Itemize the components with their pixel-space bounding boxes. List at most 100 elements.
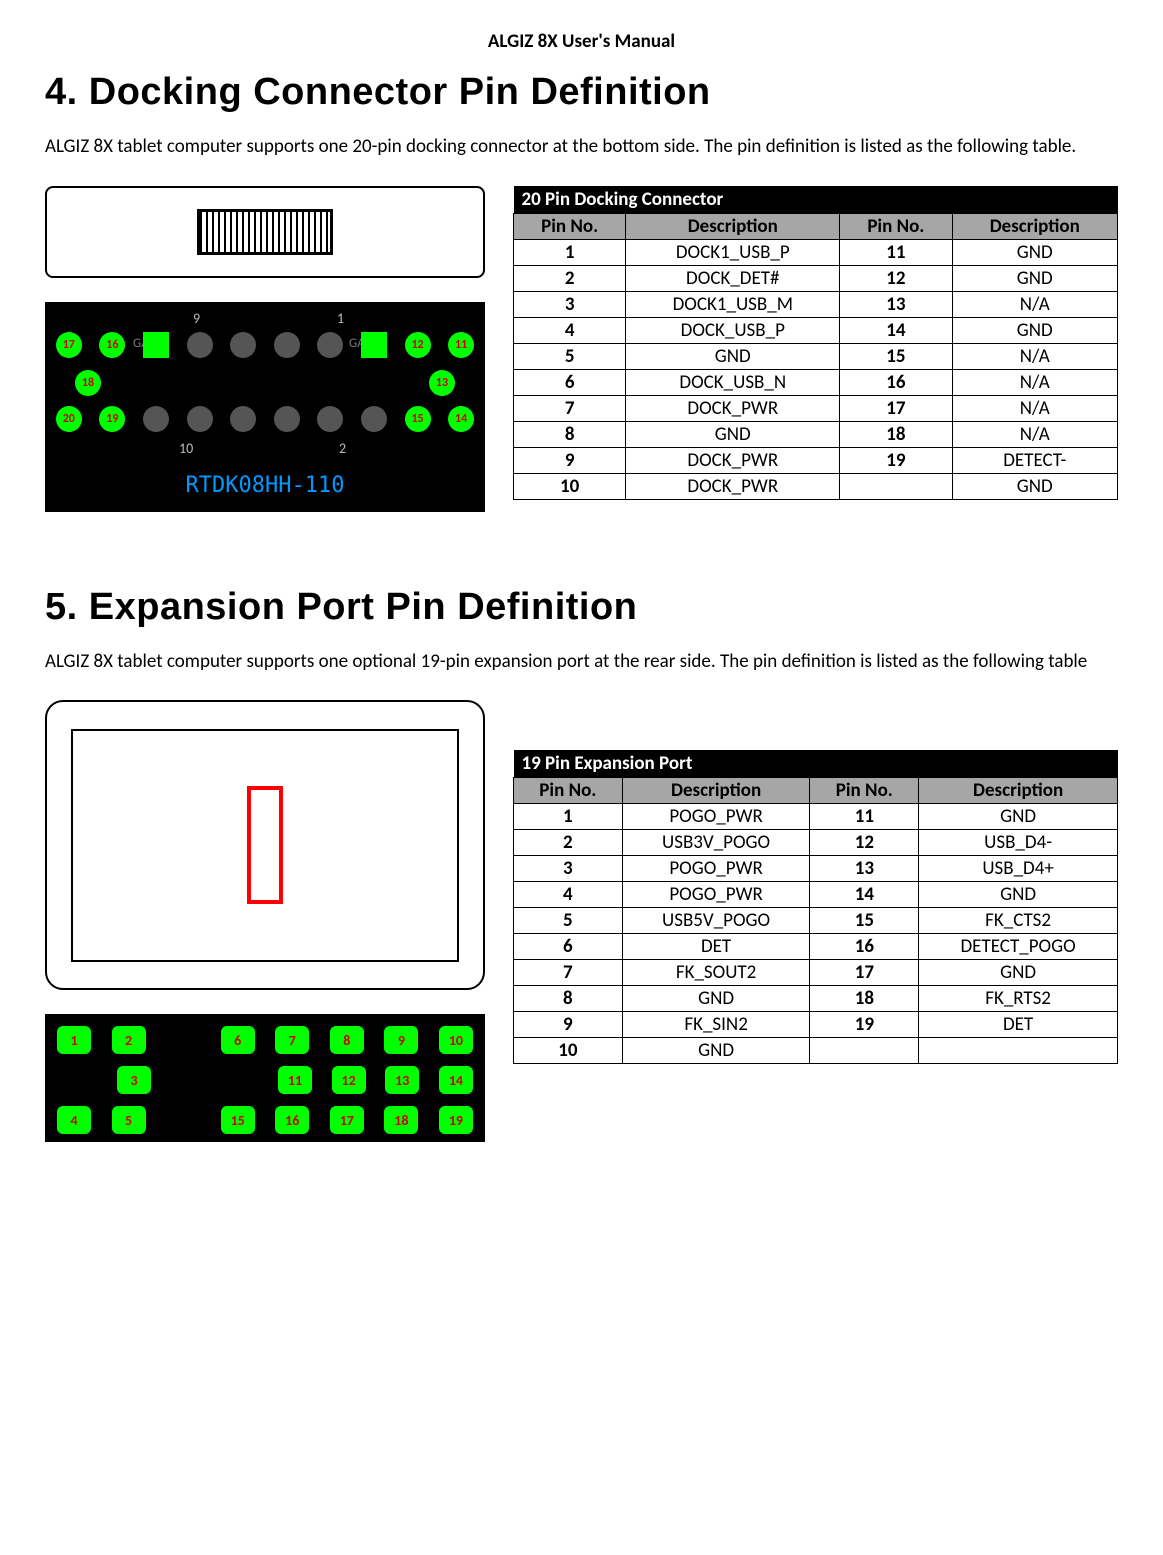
pin-no-cell: 19 bbox=[840, 447, 952, 473]
pin-no-cell: 1 bbox=[514, 804, 623, 830]
description-cell: USB5V_POGO bbox=[622, 908, 810, 934]
pin-no-cell: 11 bbox=[840, 239, 952, 265]
description-cell: FK_CTS2 bbox=[919, 908, 1118, 934]
pcb-pin-19: 19 bbox=[99, 406, 125, 432]
table-col-header: Pin No. bbox=[840, 213, 952, 239]
pin-no-cell: 2 bbox=[514, 830, 623, 856]
description-cell: N/A bbox=[952, 421, 1117, 447]
description-cell: DETECT_POGO bbox=[919, 934, 1118, 960]
description-cell: DET bbox=[622, 934, 810, 960]
description-cell: DET bbox=[919, 1012, 1118, 1038]
pin-no-cell: 4 bbox=[514, 317, 626, 343]
pcb-pad-icon bbox=[230, 332, 256, 358]
pcb-pin-18: 18 bbox=[75, 370, 101, 396]
description-cell: DOCK1_USB_P bbox=[626, 239, 840, 265]
table-row: 4POGO_PWR14GND bbox=[514, 882, 1118, 908]
pcb-pad-icon bbox=[317, 332, 343, 358]
description-cell: GND bbox=[919, 960, 1118, 986]
description-cell: GND bbox=[919, 804, 1118, 830]
description-cell: GND bbox=[626, 421, 840, 447]
table-row: 7DOCK_PWR17N/A bbox=[514, 395, 1118, 421]
description-cell: USB3V_POGO bbox=[622, 830, 810, 856]
table-row: 3DOCK1_USB_M13N/A bbox=[514, 291, 1118, 317]
exp-pin: 4 bbox=[57, 1106, 91, 1134]
description-cell: USB_D4+ bbox=[919, 856, 1118, 882]
section-4-title: 4. Docking Connector Pin Definition bbox=[45, 71, 1118, 114]
pin-no-cell: 19 bbox=[810, 1012, 919, 1038]
pcb-square-icon bbox=[361, 332, 387, 358]
pin-no-cell bbox=[810, 1038, 919, 1064]
exp-pin: 13 bbox=[385, 1066, 419, 1094]
pin-no-cell: 9 bbox=[514, 447, 626, 473]
expansion-tbody: 1POGO_PWR11GND2USB3V_POGO12USB_D4-3POGO_… bbox=[514, 804, 1118, 1064]
pcb-pad-icon bbox=[143, 406, 169, 432]
pcb-pad-icon bbox=[187, 406, 213, 432]
pin-no-cell: 4 bbox=[514, 882, 623, 908]
exp-pin: 12 bbox=[332, 1066, 366, 1094]
section-5-title: 5. Expansion Port Pin Definition bbox=[45, 586, 1118, 629]
exp-pin: 6 bbox=[221, 1026, 255, 1054]
description-cell: GND bbox=[952, 239, 1117, 265]
pcb-bottom-row: 20 19 15 14 bbox=[47, 406, 483, 432]
table-col-header: Description bbox=[919, 778, 1118, 804]
exp-pin: 19 bbox=[439, 1106, 473, 1134]
table-row: 3POGO_PWR13USB_D4+ bbox=[514, 856, 1118, 882]
table-title: 20 Pin Docking Connector bbox=[514, 186, 1118, 214]
pin-no-cell: 5 bbox=[514, 343, 626, 369]
pin-no-cell: 12 bbox=[840, 265, 952, 291]
table-row: 1POGO_PWR11GND bbox=[514, 804, 1118, 830]
pin-no-cell bbox=[840, 473, 952, 499]
pin-no-cell: 2 bbox=[514, 265, 626, 291]
pcb-pad-icon bbox=[187, 332, 213, 358]
table-row: 6DOCK_USB_N16N/A bbox=[514, 369, 1118, 395]
pcb-pin-16: 16 bbox=[99, 332, 125, 358]
description-cell: POGO_PWR bbox=[622, 856, 810, 882]
table-col-header: Pin No. bbox=[514, 778, 623, 804]
pin-no-cell: 18 bbox=[810, 986, 919, 1012]
table-col-header: Description bbox=[626, 213, 840, 239]
docking-pin-table: 20 Pin Docking Connector Pin No. Descrip… bbox=[513, 186, 1118, 500]
exp-row-3: 4 5 15 16 17 18 19 bbox=[57, 1106, 473, 1134]
description-cell: DOCK_PWR bbox=[626, 473, 840, 499]
pin-no-cell: 6 bbox=[514, 934, 623, 960]
pin-no-cell: 5 bbox=[514, 908, 623, 934]
pcb-pin-14: 14 bbox=[448, 406, 474, 432]
pcb-pin-13: 13 bbox=[429, 370, 455, 396]
pcb-pin-15: 15 bbox=[405, 406, 431, 432]
pin-no-cell: 3 bbox=[514, 856, 623, 882]
pcb-pin-12: 12 bbox=[405, 332, 431, 358]
table-row: 9DOCK_PWR19DETECT- bbox=[514, 447, 1118, 473]
pcb-pin-11: 11 bbox=[448, 332, 474, 358]
pin-no-cell: 18 bbox=[840, 421, 952, 447]
table-col-header: Description bbox=[952, 213, 1117, 239]
tablet-inner-frame bbox=[71, 729, 459, 962]
pin-no-cell: 14 bbox=[810, 882, 919, 908]
description-cell: DOCK_USB_P bbox=[626, 317, 840, 343]
description-cell: GND bbox=[622, 1038, 810, 1064]
exp-pin: 5 bbox=[112, 1106, 146, 1134]
table-row: 7FK_SOUT217GND bbox=[514, 960, 1118, 986]
pcb-label-2: 2 bbox=[339, 440, 346, 457]
pin-no-cell: 15 bbox=[810, 908, 919, 934]
description-cell: GND bbox=[626, 343, 840, 369]
expansion-pin-table: 19 Pin Expansion Port Pin No. Descriptio… bbox=[513, 750, 1118, 1064]
description-cell: N/A bbox=[952, 291, 1117, 317]
exp-pin: 14 bbox=[439, 1066, 473, 1094]
pin-no-cell: 10 bbox=[514, 1038, 623, 1064]
docking-slot-icon bbox=[197, 209, 333, 255]
pin-no-cell: 6 bbox=[514, 369, 626, 395]
table-row: 2USB3V_POGO12USB_D4- bbox=[514, 830, 1118, 856]
tablet-rear-diagram bbox=[45, 700, 485, 990]
description-cell: POGO_PWR bbox=[622, 804, 810, 830]
table-title: 19 Pin Expansion Port bbox=[514, 750, 1118, 778]
pin-no-cell: 13 bbox=[840, 291, 952, 317]
pin-no-cell: 13 bbox=[810, 856, 919, 882]
docking-tbody: 1DOCK1_USB_P11GND2DOCK_DET#12GND3DOCK1_U… bbox=[514, 239, 1118, 499]
exp-pin: 1 bbox=[57, 1026, 91, 1054]
description-cell: DOCK1_USB_M bbox=[626, 291, 840, 317]
description-cell: N/A bbox=[952, 369, 1117, 395]
pin-no-cell: 11 bbox=[810, 804, 919, 830]
table-row: 8GND18N/A bbox=[514, 421, 1118, 447]
description-cell: DETECT- bbox=[952, 447, 1117, 473]
exp-pin: 8 bbox=[330, 1026, 364, 1054]
